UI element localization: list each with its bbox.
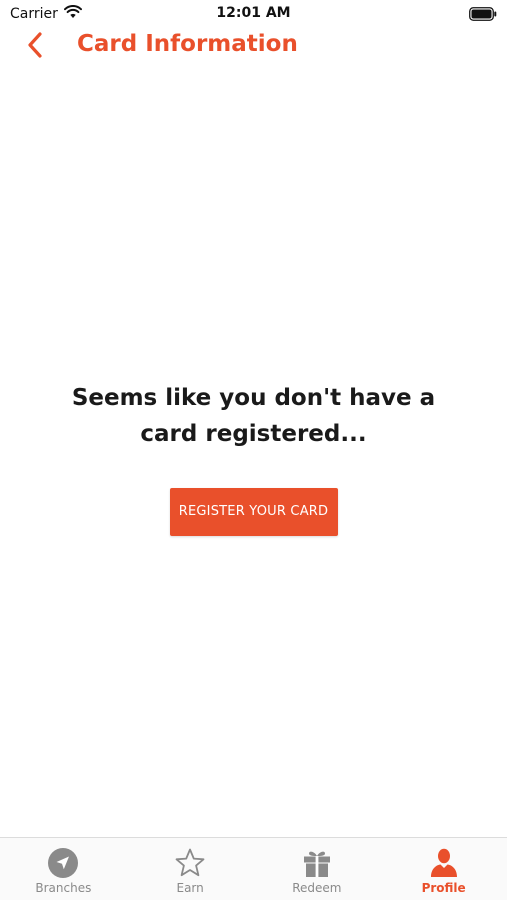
tab-bar: Branches Earn Redeem Profile — [0, 837, 507, 900]
navigation-arrow-icon — [47, 847, 79, 879]
tab-earn[interactable]: Earn — [127, 838, 254, 900]
tab-label: Profile — [421, 881, 466, 895]
star-icon — [174, 847, 206, 879]
back-button[interactable] — [18, 30, 52, 64]
gift-icon — [301, 847, 333, 879]
person-icon — [428, 847, 460, 879]
chevron-left-icon — [25, 31, 45, 63]
tab-label: Earn — [176, 881, 204, 895]
tab-label: Redeem — [292, 881, 342, 895]
tab-redeem[interactable]: Redeem — [254, 838, 381, 900]
tab-branches[interactable]: Branches — [0, 838, 127, 900]
status-time: 12:01 AM — [216, 5, 291, 21]
empty-state: Seems like you don't have a card registe… — [0, 380, 507, 536]
battery-icon — [469, 6, 497, 21]
page-title: Card Information — [77, 31, 298, 57]
header: Card Information — [0, 28, 507, 68]
no-card-message: Seems like you don't have a card registe… — [71, 385, 436, 447]
register-card-button[interactable]: REGISTER YOUR CARD — [169, 488, 338, 536]
tab-profile[interactable]: Profile — [380, 838, 507, 900]
tab-label: Branches — [35, 881, 92, 895]
status-bar: Carrier 12:01 AM — [0, 0, 507, 28]
card-information-screen: Carrier 12:01 AM Card Information Seems … — [0, 0, 507, 900]
